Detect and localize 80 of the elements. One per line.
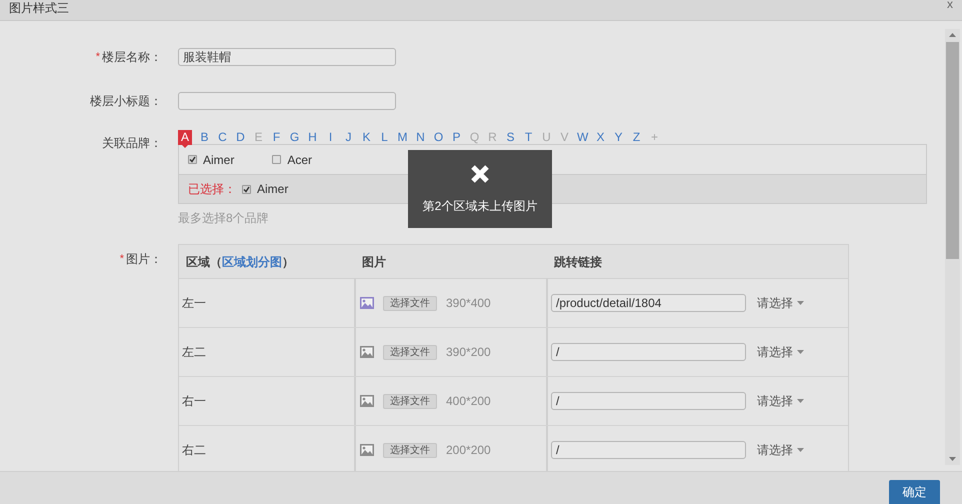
column-header: 图片 (362, 254, 386, 268)
caret-icon (797, 301, 804, 305)
table-cell-text: 左一 (182, 295, 206, 312)
letter-link[interactable]: S (505, 130, 516, 144)
letter-link[interactable]: W (577, 130, 588, 144)
letter-link[interactable]: H (307, 130, 318, 144)
link-input[interactable]: /product/detail/1804 (551, 294, 746, 312)
letter-link[interactable]: X (595, 130, 606, 144)
letter-link[interactable]: A (178, 130, 192, 144)
field-label: 楼层名称： (102, 49, 162, 66)
scrollbar-thumb[interactable] (946, 42, 959, 259)
checkbox[interactable] (242, 184, 251, 194)
letter-link[interactable]: F (271, 130, 282, 144)
letter-link[interactable]: B (199, 130, 210, 144)
size-text: 390*400 (446, 295, 491, 312)
column-header: 跳转链接 (554, 254, 602, 268)
letter-link: V (559, 130, 570, 144)
checkbox[interactable] (272, 155, 282, 164)
table-cell-text: 左二 (182, 344, 206, 361)
caret-icon (797, 350, 804, 354)
letter-link[interactable]: C (217, 130, 228, 144)
scrollbar[interactable] (945, 29, 960, 465)
scroll-down-icon[interactable] (949, 457, 956, 461)
letter-link[interactable]: G (289, 130, 300, 144)
table-cell-text: 右一 (182, 393, 206, 410)
letter-link: E (253, 130, 264, 144)
select-dropdown[interactable]: 请选择 (757, 392, 804, 410)
brand-option[interactable]: Aimer (203, 150, 234, 168)
required-mark: * (120, 252, 124, 267)
hint-text: 最多选择8个品牌 (178, 210, 269, 227)
letter-link: R (487, 130, 498, 144)
letter-link[interactable]: N (415, 130, 426, 144)
size-text: 400*200 (446, 393, 491, 410)
close-icon (470, 164, 490, 184)
choose-file-button[interactable]: 选择文件 (383, 442, 437, 458)
size-text: 200*200 (446, 442, 491, 459)
link-input[interactable]: / (551, 343, 746, 361)
choose-file-button[interactable]: 选择文件 (383, 394, 437, 408)
letter-link[interactable]: D (235, 130, 246, 144)
choose-file-button[interactable]: 选择文件 (383, 296, 437, 310)
letter-link[interactable]: K (361, 130, 372, 144)
caret-icon (797, 399, 804, 403)
letter-link[interactable]: L (379, 130, 390, 144)
select-dropdown[interactable]: 请选择 (757, 441, 804, 459)
text-input[interactable]: 服装鞋帽 (178, 48, 396, 66)
field-label: 关联品牌： (102, 135, 162, 152)
field-label: 楼层小标题： (90, 93, 162, 110)
selected-brand[interactable]: Aimer (257, 180, 288, 198)
letter-link[interactable]: P (451, 130, 462, 144)
letter-link[interactable]: M (397, 130, 408, 144)
size-text: 390*200 (446, 344, 491, 361)
letter-link[interactable]: Y (613, 130, 624, 144)
required-mark: * (96, 50, 100, 65)
brand-option[interactable]: Acer (287, 150, 312, 168)
caret-icon (797, 448, 804, 452)
letter-link[interactable]: O (433, 130, 444, 144)
link-input[interactable]: / (551, 392, 746, 410)
select-dropdown[interactable]: 请选择 (757, 343, 804, 361)
area-map-link[interactable]: 区域划分图 (222, 254, 282, 268)
select-dropdown[interactable]: 请选择 (757, 294, 804, 312)
table-cell-text: 右二 (182, 442, 206, 459)
column-header: 区域（区域划分图） (186, 254, 294, 270)
letter-link: Q (469, 130, 480, 144)
letter-link[interactable]: J (343, 130, 354, 144)
toast-message: 第2个区域未上传图片 (422, 198, 538, 215)
window-title: 图片样式三 (9, 1, 69, 15)
confirm-button[interactable]: 确定 (889, 480, 940, 504)
letter-link[interactable]: I (325, 130, 336, 144)
letter-link[interactable]: T (523, 130, 534, 144)
close-button[interactable]: x (947, 0, 953, 10)
link-input[interactable]: / (551, 441, 746, 459)
selected-label: 已选择： (188, 181, 236, 198)
scroll-up-icon[interactable] (949, 33, 956, 37)
letter-link: + (650, 130, 659, 144)
choose-file-button[interactable]: 选择文件 (383, 344, 437, 360)
letter-link[interactable]: Z (631, 130, 642, 144)
text-input[interactable] (178, 92, 396, 110)
field-label: 图片： (126, 251, 162, 268)
checkbox[interactable] (188, 155, 197, 164)
letter-link: U (541, 130, 552, 144)
